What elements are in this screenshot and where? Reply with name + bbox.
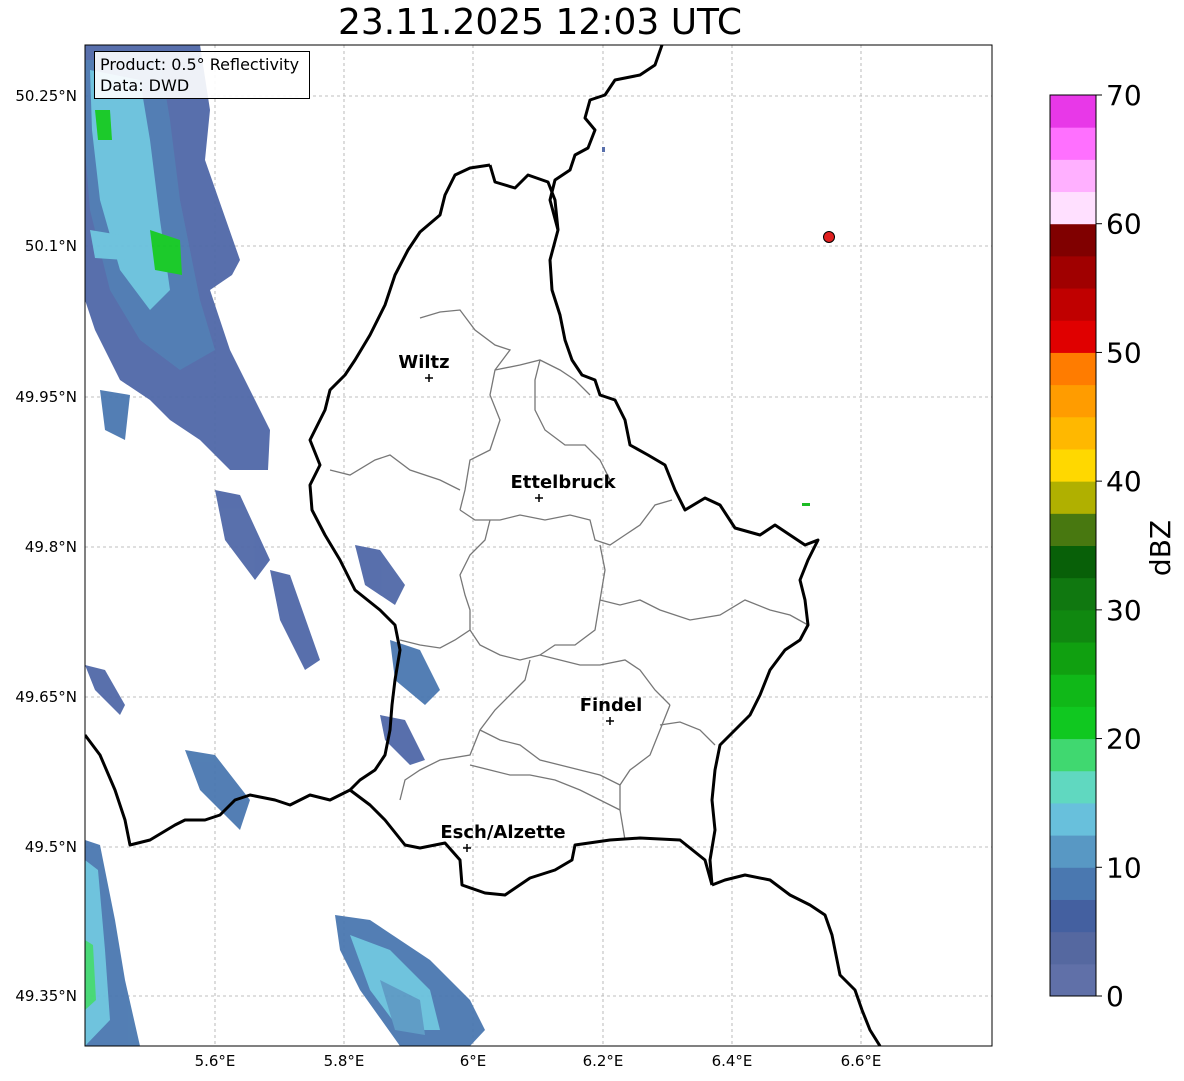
lat-tick-label: 50.25°N bbox=[15, 87, 77, 105]
colorbar-segment bbox=[1050, 288, 1096, 321]
colorbar-segment bbox=[1050, 191, 1096, 225]
colorbar-tick-label: 40 bbox=[1106, 465, 1142, 498]
colorbar-segment bbox=[1050, 416, 1096, 450]
lat-tick-label: 50.1°N bbox=[25, 237, 77, 255]
colorbar-tick-label: 0 bbox=[1106, 980, 1124, 1013]
colorbar-segment bbox=[1050, 706, 1096, 740]
colorbar-segment bbox=[1050, 674, 1096, 707]
product-text: Product: 0.5° Reflectivity bbox=[100, 55, 300, 74]
lon-tick-label: 6.6°E bbox=[841, 1052, 882, 1070]
colorbar-segment bbox=[1050, 448, 1096, 482]
city-label-wiltz: Wiltz bbox=[398, 352, 449, 373]
district-borders bbox=[329, 309, 809, 841]
colorbar-segment bbox=[1050, 127, 1096, 160]
colorbar-segment bbox=[1050, 384, 1096, 418]
radar-station-marker bbox=[823, 231, 835, 243]
colorbar-segment bbox=[1050, 963, 1096, 997]
colorbar-label: dBZ bbox=[1144, 520, 1177, 576]
colorbar-ticks: 0 10 20 30 40 50 60 70 bbox=[1096, 79, 1142, 1013]
grid-lines bbox=[85, 45, 992, 1046]
colorbar-segment bbox=[1050, 481, 1096, 514]
colorbar-segment bbox=[1050, 867, 1096, 900]
colorbar-segment bbox=[1050, 802, 1096, 836]
radar-map: Wiltz Ettelbruck Findel Esch/Alzette 50.… bbox=[15, 44, 1177, 1070]
lat-tick-label: 49.5°N bbox=[25, 838, 77, 856]
colorbar-segment bbox=[1050, 545, 1096, 579]
colorbar-tick-label: 70 bbox=[1106, 79, 1142, 112]
colorbar-segment bbox=[1050, 95, 1096, 128]
colorbar-segment bbox=[1050, 770, 1096, 804]
colorbar-segment bbox=[1050, 223, 1096, 257]
colorbar-segment bbox=[1050, 577, 1096, 611]
map-frame bbox=[84, 44, 993, 1047]
colorbar-segment bbox=[1050, 835, 1096, 868]
colorbar-segment bbox=[1050, 738, 1096, 772]
colorbar-segment bbox=[1050, 352, 1096, 386]
lon-tick-label: 5.6°E bbox=[195, 1052, 236, 1070]
lat-tick-label: 49.35°N bbox=[15, 987, 77, 1005]
lat-tick-label: 49.95°N bbox=[15, 388, 77, 406]
lat-tick-label: 49.8°N bbox=[25, 538, 77, 556]
colorbar-segment bbox=[1050, 159, 1096, 193]
city-label-findel: Findel bbox=[580, 695, 643, 716]
colorbar-segment bbox=[1050, 899, 1096, 933]
colorbar-tick-label: 30 bbox=[1106, 594, 1142, 627]
radar-echoes bbox=[85, 45, 810, 1046]
city-label-ettelbruck: Ettelbruck bbox=[510, 472, 616, 493]
product-info-box: Product: 0.5° Reflectivity Data: DWD bbox=[94, 51, 310, 99]
lon-tick-label: 6.4°E bbox=[712, 1052, 753, 1070]
colorbar-segment bbox=[1050, 320, 1096, 353]
lon-tick-label: 6°E bbox=[460, 1052, 487, 1070]
colorbar-segment bbox=[1050, 609, 1096, 643]
colorbar-segment bbox=[1050, 513, 1096, 546]
colorbar-segment bbox=[1050, 642, 1096, 675]
lon-tick-label: 5.8°E bbox=[324, 1052, 365, 1070]
city-label-esch: Esch/Alzette bbox=[440, 822, 565, 843]
colorbar bbox=[1050, 95, 1096, 997]
colorbar-tick-label: 20 bbox=[1106, 723, 1142, 756]
lon-tick-label: 6.2°E bbox=[583, 1052, 624, 1070]
data-source-text: Data: DWD bbox=[100, 76, 190, 95]
colorbar-segment bbox=[1050, 931, 1096, 965]
colorbar-tick-label: 50 bbox=[1106, 336, 1142, 369]
lat-tick-label: 49.65°N bbox=[15, 688, 77, 706]
colorbar-segment bbox=[1050, 255, 1096, 289]
colorbar-tick-label: 10 bbox=[1106, 851, 1142, 884]
colorbar-tick-label: 60 bbox=[1106, 208, 1142, 241]
